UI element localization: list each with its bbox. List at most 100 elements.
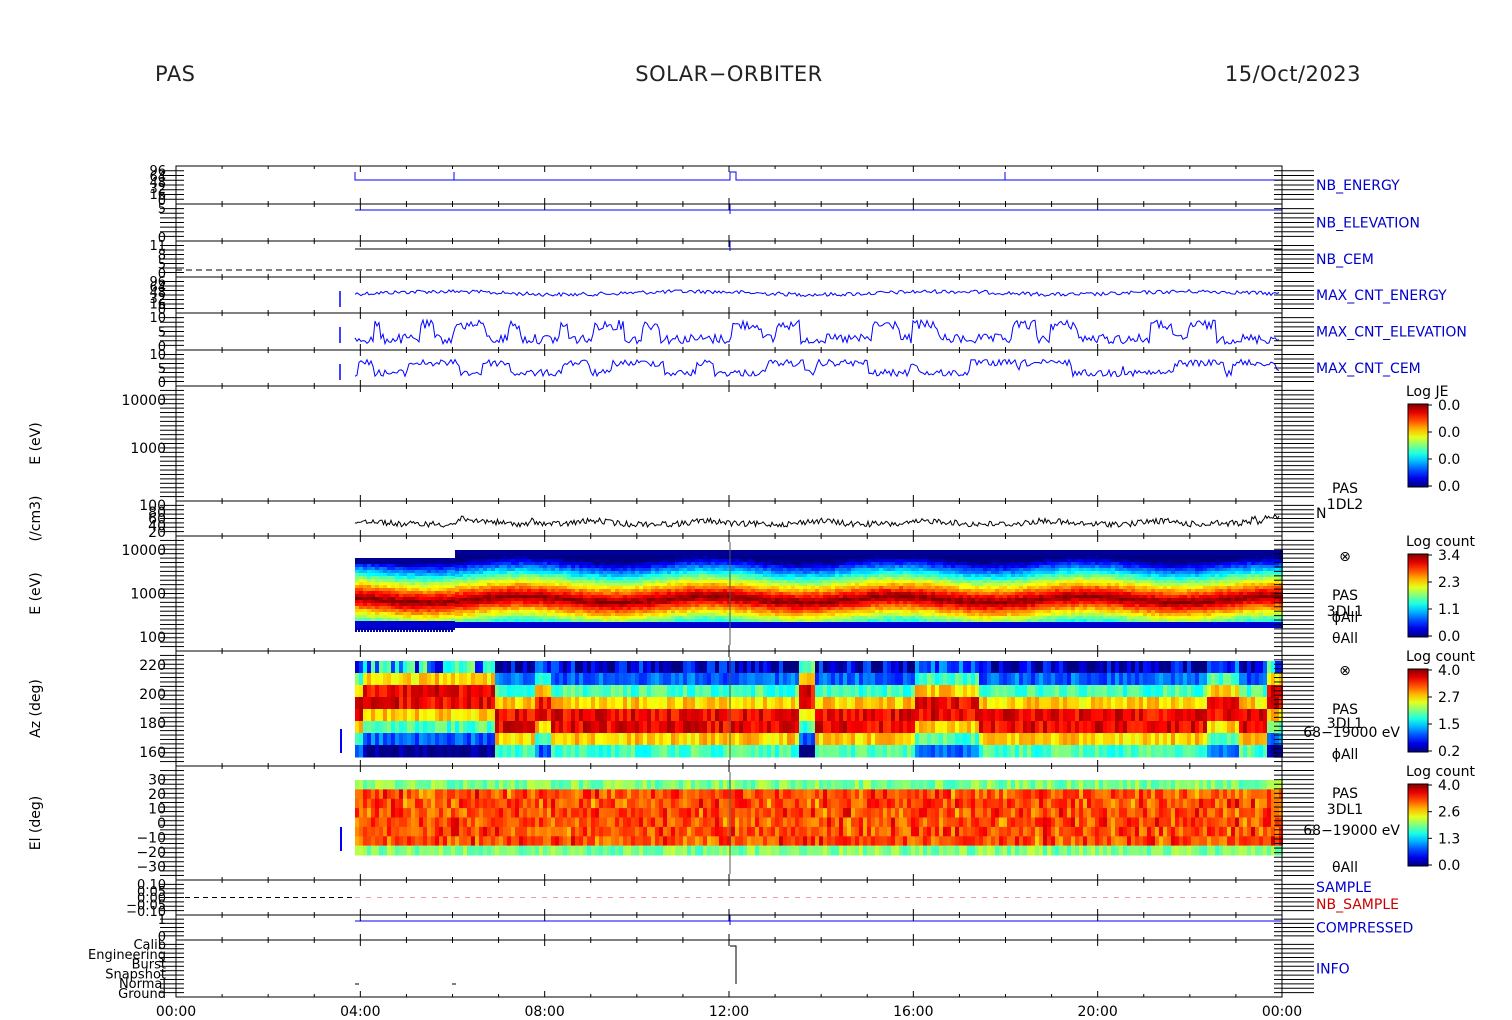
spectrogram-cell xyxy=(851,571,855,574)
spectrogram-cell xyxy=(367,591,371,594)
spectrogram-cell xyxy=(371,612,375,615)
spectrogram-cell xyxy=(519,613,523,616)
spectrogram-cell xyxy=(515,613,519,616)
spectrogram-cell xyxy=(695,601,699,604)
spectrogram-cell xyxy=(455,592,459,595)
spectrogram-cell xyxy=(979,616,983,619)
spectrogram-cell xyxy=(971,625,975,628)
spectrogram-cell xyxy=(411,603,415,606)
spectrogram-cell xyxy=(931,571,935,574)
spectrogram-cell xyxy=(599,565,603,568)
spectrogram-cell xyxy=(779,595,783,598)
spectrogram-cell xyxy=(875,571,879,574)
spectrogram-cell xyxy=(875,610,879,613)
spectrogram-cell xyxy=(799,577,803,580)
spectrogram-cell xyxy=(847,583,851,586)
spectrogram-cell xyxy=(595,568,599,571)
spectrogram-cell xyxy=(983,550,987,553)
spectrogram-cell xyxy=(523,589,527,592)
spectrogram-cell xyxy=(355,603,359,606)
spectrogram-cell xyxy=(499,568,503,571)
spectrogram-cell xyxy=(639,580,643,583)
spectrogram-cell xyxy=(527,619,531,622)
spectrogram-cell xyxy=(391,573,395,576)
spectrogram-cell xyxy=(839,592,843,595)
spectrogram-cell xyxy=(823,604,827,607)
spectrogram-cell xyxy=(499,580,503,583)
spectrogram-cell xyxy=(451,624,455,627)
spectrogram-cell xyxy=(811,619,815,622)
spectrogram-cell xyxy=(759,577,763,580)
spectrogram-cell xyxy=(479,571,483,574)
spectrogram-cell xyxy=(471,556,475,559)
spectrogram-cell xyxy=(623,616,627,619)
spectrogram-cell xyxy=(403,585,407,588)
spectrogram-cell xyxy=(607,565,611,568)
spectrogram-cell xyxy=(651,571,655,574)
spectrogram-cell xyxy=(883,565,887,568)
spectrogram-cell xyxy=(947,550,951,553)
spectrogram-cell xyxy=(447,609,451,612)
spectrogram-cell xyxy=(655,577,659,580)
spectrogram-cell xyxy=(611,583,615,586)
spectrogram-cell xyxy=(883,616,887,619)
spectrogram-cell xyxy=(591,595,595,598)
spectrogram-cell xyxy=(539,583,543,586)
spectrogram-cell xyxy=(643,610,647,613)
spectrogram-cell xyxy=(851,601,855,604)
spectrogram-cell xyxy=(667,574,671,577)
spectrogram-cell xyxy=(887,610,891,613)
spectrogram-cell xyxy=(583,610,587,613)
spectrogram-cell xyxy=(755,556,759,559)
spectrogram-cell xyxy=(539,595,543,598)
spectrogram-cell xyxy=(419,561,423,564)
spectrogram-cell xyxy=(995,565,999,568)
spectrogram-cell xyxy=(795,583,799,586)
spectrogram-cell xyxy=(799,607,803,610)
spectrogram-cell xyxy=(455,589,459,592)
spectrogram-cell xyxy=(667,604,671,607)
spectrogram-cell xyxy=(811,589,815,592)
spectrogram-cell xyxy=(931,550,935,553)
spectrogram-cell xyxy=(795,622,799,625)
spectrogram-cell xyxy=(979,595,983,598)
spectrogram-cell xyxy=(519,601,523,604)
spectrogram-cell xyxy=(535,601,539,604)
spectrogram-cell xyxy=(719,625,723,628)
spectrogram-cell xyxy=(943,559,947,562)
spectrogram-cell xyxy=(455,607,459,610)
spectrogram-cell xyxy=(855,586,859,589)
spectrogram-cell xyxy=(767,550,771,553)
spectrogram-cell xyxy=(627,598,631,601)
spectrogram-cell xyxy=(603,595,607,598)
spectrogram-cell xyxy=(747,565,751,568)
spectrogram-cell xyxy=(811,613,815,616)
spectrogram-cell xyxy=(535,550,539,553)
spectrogram-cell xyxy=(471,568,475,571)
spectrogram-cell xyxy=(751,598,755,601)
spectrogram-cell xyxy=(659,610,663,613)
spectrogram-cell xyxy=(355,597,359,600)
spectrogram-cell xyxy=(659,556,663,559)
spectrogram-cell xyxy=(511,553,515,556)
spectrogram-cell xyxy=(627,559,631,562)
spectrogram-cell xyxy=(411,591,415,594)
spectrogram-cell xyxy=(691,553,695,556)
spectrogram-cell xyxy=(763,550,767,553)
spectrogram-cell xyxy=(543,568,547,571)
spectrogram-cell xyxy=(519,550,523,553)
spectrogram-cell xyxy=(651,565,655,568)
spectrogram-cell xyxy=(987,601,991,604)
spectrogram-cell xyxy=(923,562,927,565)
spectrogram-cell xyxy=(951,553,955,556)
spectrogram-cell xyxy=(931,586,935,589)
spectrogram-cell xyxy=(987,571,991,574)
spectrogram-cell xyxy=(959,562,963,565)
spectrogram-cell xyxy=(723,622,727,625)
spectrogram-cell xyxy=(511,577,515,580)
spectrogram-cell xyxy=(927,562,931,565)
spectrogram-cell xyxy=(579,613,583,616)
spectrogram-cell xyxy=(1003,583,1007,586)
spectrogram-cell xyxy=(755,568,759,571)
spectrogram-cell xyxy=(667,559,671,562)
